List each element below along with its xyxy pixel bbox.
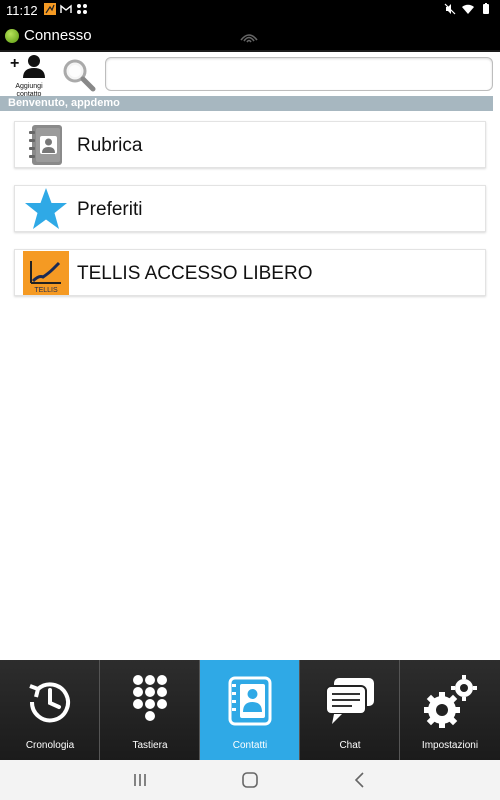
- battery-icon: [483, 3, 489, 14]
- tellis-logo-icon: TELLIS: [23, 251, 69, 295]
- tab-label: Contatti: [232, 740, 268, 751]
- bottom-tab-bar: Cronologia Tastiera Contatti Chat Impost…: [0, 660, 500, 760]
- list-item-label: Preferiti: [77, 199, 143, 220]
- gears-icon: [424, 675, 477, 728]
- contacts-icon: [228, 676, 272, 726]
- tab-label: Cronologia: [25, 740, 75, 751]
- add-contact-icon: +: [10, 55, 45, 78]
- search-input[interactable]: [105, 57, 493, 91]
- connection-status-icon: [5, 29, 19, 43]
- back-icon[interactable]: [350, 770, 370, 790]
- add-contact-label-1: Aggiungi: [15, 83, 43, 90]
- tab-chat[interactable]: Chat: [300, 660, 400, 760]
- dialpad-icon: [133, 675, 167, 721]
- notification-icons: [44, 3, 88, 15]
- tellis-logo-text: TELLIS: [34, 287, 58, 294]
- apps-grid-icon: [77, 4, 87, 14]
- history-clock-icon: [29, 682, 70, 723]
- wifi-icon: [462, 4, 474, 14]
- address-book-icon: [29, 125, 62, 165]
- chat-bubbles-icon: [325, 678, 374, 724]
- tab-label: Impostazioni: [421, 740, 479, 751]
- svg-text:+: +: [10, 55, 19, 72]
- contacts-menu-list: Rubrica Preferiti TELLIS TELLIS ACCESSO …: [14, 121, 486, 313]
- add-contact-button[interactable]: + Aggiungi contatto: [6, 54, 52, 98]
- recent-apps-icon[interactable]: [130, 770, 150, 790]
- tab-impostazioni[interactable]: Impostazioni: [400, 660, 500, 760]
- tellis-notification-icon: [44, 3, 56, 15]
- star-icon: [25, 188, 67, 229]
- search-icon[interactable]: [62, 58, 96, 92]
- list-item-label: TELLIS ACCESSO LIBERO: [77, 263, 313, 284]
- list-item-label: Rubrica: [77, 135, 143, 156]
- gmail-icon: [60, 4, 72, 13]
- tab-label: Chat: [339, 740, 361, 751]
- system-navigation-bar: [0, 760, 500, 800]
- connection-bar: Connesso: [0, 20, 500, 52]
- signal-wave-icon: [240, 34, 258, 43]
- status-time: 11:12: [6, 3, 38, 18]
- toolbar: + Aggiungi contatto: [0, 52, 500, 98]
- connection-status-text: Connesso: [24, 27, 92, 44]
- tab-tastiera[interactable]: Tastiera: [100, 660, 200, 760]
- home-icon[interactable]: [240, 770, 260, 790]
- list-item-preferiti[interactable]: Preferiti: [14, 185, 486, 232]
- list-item-rubrica[interactable]: Rubrica: [14, 121, 486, 168]
- system-icons: [444, 3, 492, 15]
- status-bar: 11:12: [0, 0, 500, 20]
- welcome-banner: Benvenuto, appdemo: [0, 96, 493, 111]
- mute-icon: [444, 3, 456, 15]
- list-item-tellis[interactable]: TELLIS TELLIS ACCESSO LIBERO: [14, 249, 486, 296]
- tab-cronologia[interactable]: Cronologia: [0, 660, 100, 760]
- tab-contatti[interactable]: Contatti: [200, 660, 300, 760]
- tab-label: Tastiera: [132, 740, 168, 751]
